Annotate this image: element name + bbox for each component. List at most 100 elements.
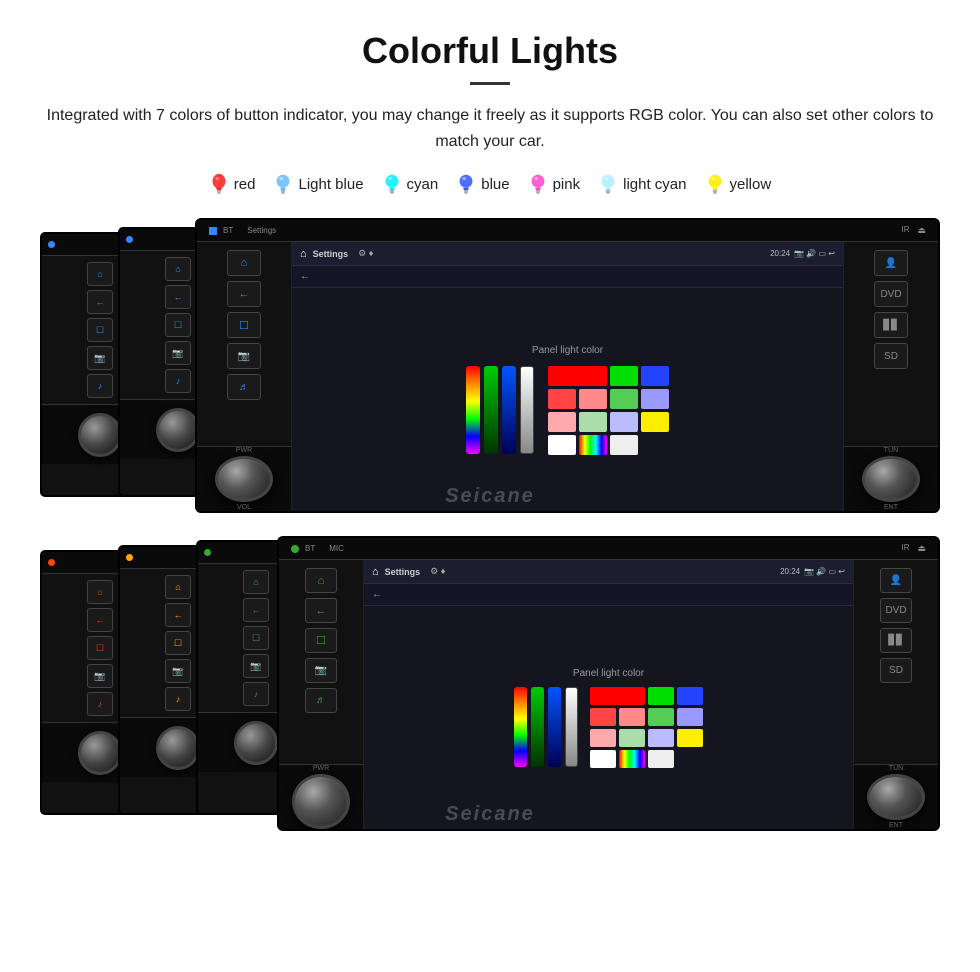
color-label-lightcyan: light cyan [623,176,686,193]
center-screen-top: ⌂ Settings ⚙ ♦ 20:24 📷 🔊 ▭ ↩ ← Panel lig… [292,242,843,511]
left-btn-square-b[interactable]: ☐ [305,628,337,653]
behind-btn-media-1: ♪ [87,374,113,398]
behind-btn-home-4: ⌂ [165,575,191,599]
hue-slider[interactable] [466,366,480,454]
right-btn-eq-b[interactable]: ▊▊ [880,628,912,653]
cg-red-wide[interactable] [548,366,607,386]
pwr-label: PWR [236,447,252,454]
blue-slider-b[interactable] [548,687,561,767]
left-btn-media-b[interactable]: ♬ [305,688,337,713]
left-btn-square[interactable]: ☐ [227,312,261,338]
cg-white[interactable] [548,435,576,455]
screen-time-b: 20:24 [780,567,800,576]
cg-green-b[interactable] [648,687,674,705]
cg-red-wide-b[interactable] [590,687,645,705]
back-arrow[interactable]: ← [300,271,310,282]
behind-btn-android-1: ☐ [87,318,113,342]
behind-btn-media-2: ♪ [165,369,191,393]
cg-medgreen[interactable] [610,389,638,409]
bottom-unit-top-strip: BT MIC IR ⏏ [279,538,938,560]
cg-palerose[interactable] [548,412,576,432]
page-description: Integrated with 7 colors of button indic… [40,103,940,154]
left-btn-home-b[interactable]: ⌂ [305,568,337,593]
green-slider[interactable] [484,366,498,454]
center-screen-bottom: ⌂ Settings ⚙ ♦ 20:24 📷 🔊 ▭ ↩ ← Panel lig… [364,560,853,829]
left-btn-camera[interactable]: 📷 [227,343,261,369]
cg-blue[interactable] [641,366,669,386]
bulb-lightcyan-icon [598,172,618,196]
right-btn-sd-b[interactable]: SD [880,658,912,683]
cg-nearwhite-b[interactable] [648,750,674,768]
cg-yellow-b[interactable] [677,729,703,747]
color-item-pink: pink [528,172,581,196]
cg-pink[interactable] [579,389,607,409]
left-btn-camera-b[interactable]: 📷 [305,658,337,683]
behind-btn-android-2: ☐ [165,313,191,337]
cg-palegreen-b[interactable] [619,729,645,747]
left-btn-home[interactable]: ⌂ [227,250,261,276]
gradient-sliders [466,366,534,454]
right-knob-b[interactable] [867,774,925,820]
behind-btn-back-2: ← [165,285,191,309]
right-btn-person-b[interactable]: 👤 [880,568,912,593]
white-slider[interactable] [520,366,534,454]
right-btn-person[interactable]: 👤 [874,250,908,276]
left-btn-media[interactable]: ♬ [227,374,261,400]
cg-palerose-b[interactable] [590,729,616,747]
color-picker-row [466,366,669,455]
screen-time: 20:24 [770,249,790,258]
cg-periwinkle[interactable] [610,412,638,432]
main-unit-inner: ⌂ ← ☐ 📷 ♬ PWR VOL ⌂ [197,242,938,511]
bt-label: BT [223,226,233,235]
cg-rainbow-b[interactable] [619,750,645,768]
left-knob[interactable] [215,456,273,502]
right-knob[interactable] [862,456,920,502]
cg-pink-b[interactable] [619,708,645,726]
white-slider-b[interactable] [565,687,578,767]
cg-lightblue[interactable] [641,389,669,409]
cg-medgreen-b[interactable] [648,708,674,726]
cg-palegreen[interactable] [579,412,607,432]
behind-btn-home-1: ⌂ [87,262,113,286]
right-btn-dvd[interactable]: DVD [874,281,908,307]
blue-slider[interactable] [502,366,516,454]
behind-btn-back-5: ← [243,598,269,622]
ir-label-b: IR [901,543,909,554]
tun-label: TUN [884,447,898,454]
right-panel-bottom: 👤 DVD ▊▊ SD TUN ENT [853,560,938,829]
cg-periwinkle-b[interactable] [648,729,674,747]
tun-label-b: TUN [889,765,903,772]
screen-nav-bar-b: ← [364,584,853,606]
color-item-blue: blue [456,172,509,196]
mic-label-b: MIC [329,544,344,553]
cg-lightred[interactable] [548,389,576,409]
title-divider [470,82,510,85]
cg-white-b[interactable] [590,750,616,768]
cg-blue-b[interactable] [677,687,703,705]
right-btn-eq[interactable]: ▊▊ [874,312,908,338]
cg-green[interactable] [610,366,638,386]
eject-icon-b: ⏏ [917,543,926,554]
green-slider-b[interactable] [531,687,544,767]
right-btn-sd[interactable]: SD [874,343,908,369]
behind-btn-android-5: ☐ [243,626,269,650]
behind-btn-home-5: ⌂ [243,570,269,594]
left-btn-back[interactable]: ← [227,281,261,307]
left-panel-top: ⌂ ← ☐ 📷 ♬ PWR VOL [197,242,292,511]
cg-nearwhite[interactable] [610,435,638,455]
left-knob-b[interactable] [292,774,350,829]
right-btn-dvd-b[interactable]: DVD [880,598,912,623]
left-btn-back-b[interactable]: ← [305,598,337,623]
color-item-lightcyan: light cyan [598,172,686,196]
cg-lightred-b[interactable] [590,708,616,726]
screen-topbar-b: ⌂ Settings ⚙ ♦ 20:24 📷 🔊 ▭ ↩ [364,560,853,584]
color-picker-row-b [514,687,703,768]
color-item-lightblue: Light blue [273,172,363,196]
screen-body-bottom: Panel light color [364,606,853,829]
mic-label: Settings [247,226,276,235]
cg-yellow[interactable] [641,412,669,432]
back-arrow-b[interactable]: ← [372,589,382,600]
cg-rainbow[interactable] [579,435,607,455]
cg-lightblue-b[interactable] [677,708,703,726]
hue-slider-b[interactable] [514,687,527,767]
